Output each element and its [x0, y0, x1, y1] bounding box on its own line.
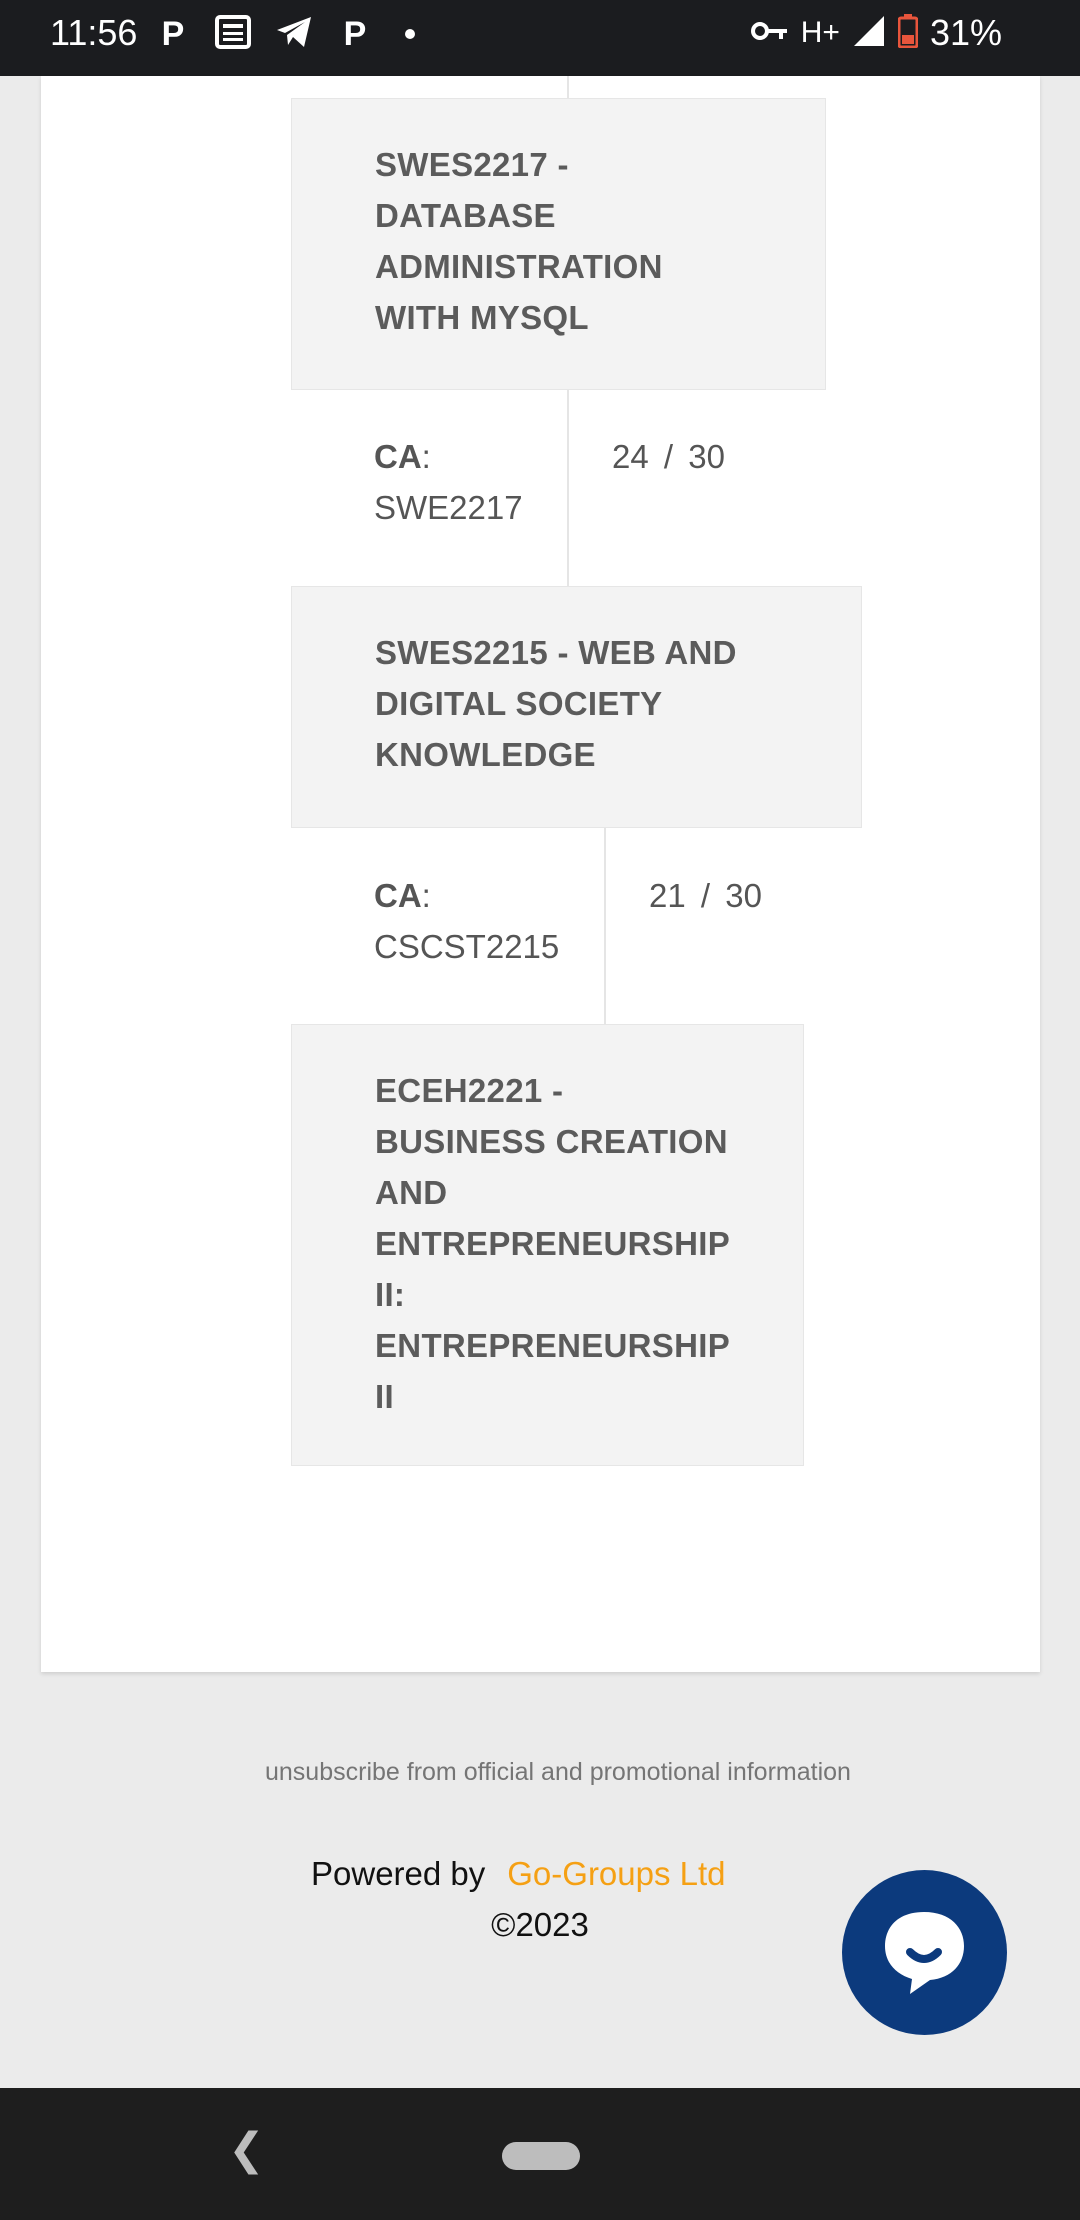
p-app-icon: P — [343, 15, 367, 53]
news-icon — [215, 14, 251, 54]
course-header: SWES2215 - WEB AND DIGITAL SOCIETY KNOWL… — [291, 586, 862, 828]
ca-code: SWE2217 — [374, 489, 523, 526]
column-divider — [567, 390, 569, 586]
course-title: ECEH2221 - BUSINESS CREATION AND ENTREPR… — [375, 1072, 731, 1415]
signal-icon — [852, 14, 886, 53]
ca-label: CA: SWE2217 — [374, 431, 523, 533]
status-bar: 11:56 P P H+ 31% — [0, 0, 1080, 76]
column-divider — [604, 828, 606, 1024]
results-card: SWES2217 - DATABASE ADMINISTRATION WITH … — [41, 76, 1040, 1672]
column-divider — [567, 76, 569, 98]
battery-icon — [897, 13, 919, 53]
chat-bubble-icon — [885, 1912, 964, 1994]
home-pill-icon[interactable] — [502, 2142, 580, 2170]
ca-score: 24 / 30 — [612, 438, 725, 475]
course-title: SWES2215 - WEB AND DIGITAL SOCIETY KNOWL… — [375, 634, 737, 773]
telegram-icon — [275, 15, 313, 54]
unsubscribe-link[interactable]: unsubscribe from official and promotiona… — [265, 1758, 851, 1787]
network-type: H+ — [800, 16, 840, 49]
vpn-key-icon — [750, 19, 789, 48]
battery-percent: 31% — [929, 12, 1002, 53]
ca-score: 21 / 30 — [649, 877, 762, 914]
course-header: SWES2217 - DATABASE ADMINISTRATION WITH … — [291, 98, 826, 390]
system-icons: H+ 31% — [750, 12, 1002, 54]
ca-code: CSCST2215 — [374, 928, 560, 965]
powered-by: Powered by Go-Groups Ltd — [311, 1855, 726, 1892]
course-title: SWES2217 - DATABASE ADMINISTRATION WITH … — [375, 146, 663, 336]
p-app-icon: P — [161, 15, 185, 53]
notification-icons: P P — [155, 14, 415, 54]
chat-button[interactable] — [842, 1870, 1007, 2035]
more-notifications-dot-icon — [405, 29, 415, 39]
navigation-bar: ❮ — [0, 2088, 1080, 2220]
status-time: 11:56 — [50, 12, 138, 53]
brand-link[interactable]: Go-Groups Ltd — [507, 1855, 725, 1892]
course-header: ECEH2221 - BUSINESS CREATION AND ENTREPR… — [291, 1024, 804, 1466]
ca-label: CA: CSCST2215 — [374, 870, 559, 972]
back-icon[interactable]: ❮ — [228, 2124, 265, 2175]
